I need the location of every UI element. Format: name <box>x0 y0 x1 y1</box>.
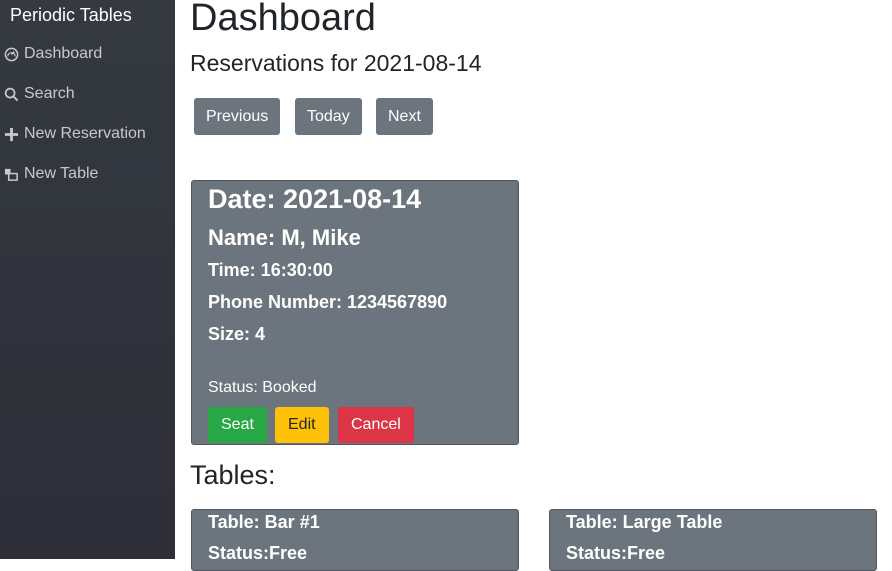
sidebar-item-label: New Reservation <box>24 125 146 142</box>
table-status: Status:Free <box>566 543 666 563</box>
sidebar-item-label: Search <box>24 85 75 102</box>
page-title: Dashboard <box>190 0 376 39</box>
reservation-status: Status: Booked <box>208 379 317 396</box>
table-label: Table: Large Table <box>566 512 723 532</box>
seat-button[interactable]: Seat <box>208 407 267 443</box>
tables-heading: Tables: <box>190 460 276 490</box>
layers-icon <box>4 167 19 182</box>
search-icon <box>4 87 19 102</box>
next-button[interactable]: Next <box>376 98 433 135</box>
sidebar-item-label: New Table <box>24 165 99 182</box>
reservation-card: Date: 2021-08-14 Name: M, Mike Time: 16:… <box>191 180 519 445</box>
reservation-size: Size: 4 <box>208 324 266 344</box>
sidebar-item-label: Dashboard <box>24 45 103 62</box>
sidebar-item-new-table[interactable]: New Table <box>4 165 98 183</box>
table-card: Table: Bar #1 Status:Free <box>191 509 519 571</box>
cancel-button[interactable]: Cancel <box>338 407 414 443</box>
sidebar-item-search[interactable]: Search <box>4 85 75 103</box>
brand-title[interactable]: Periodic Tables <box>10 5 132 26</box>
table-label: Table: Bar #1 <box>208 512 320 532</box>
sidebar-item-dashboard[interactable]: Dashboard <box>4 45 102 63</box>
edit-button[interactable]: Edit <box>275 407 329 443</box>
dashboard-icon <box>4 47 19 62</box>
table-status: Status:Free <box>208 543 308 563</box>
table-card: Table: Large Table Status:Free <box>549 509 877 571</box>
main-content: Dashboard Reservations for 2021-08-14 Pr… <box>190 0 892 571</box>
sidebar: Periodic Tables Dashboard Search New Res… <box>0 0 175 559</box>
previous-button[interactable]: Previous <box>194 98 281 135</box>
reservations-date-heading: Reservations for 2021-08-14 <box>190 50 482 76</box>
reservation-phone: Phone Number: 1234567890 <box>208 292 448 312</box>
reservation-name: Name: M, Mike <box>208 225 361 250</box>
reservation-date: Date: 2021-08-14 <box>208 184 422 214</box>
reservation-time: Time: 16:30:00 <box>208 260 333 280</box>
plus-icon <box>4 127 19 142</box>
today-button[interactable]: Today <box>295 98 362 135</box>
sidebar-item-new-reservation[interactable]: New Reservation <box>4 125 146 143</box>
